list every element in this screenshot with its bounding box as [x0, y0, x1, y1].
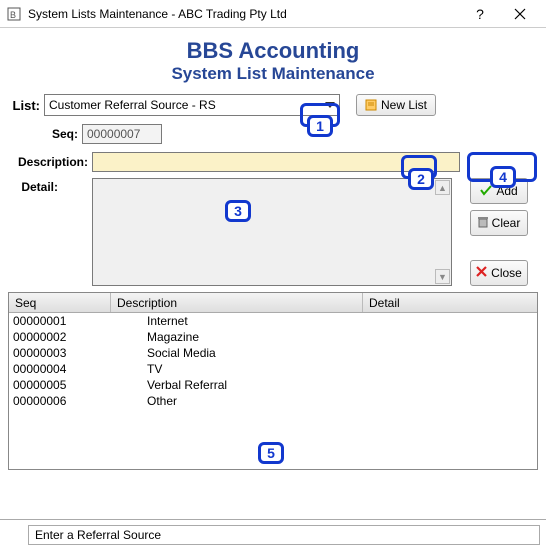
th-detail[interactable]: Detail — [363, 293, 537, 312]
list-select-value: Customer Referral Source - RS — [49, 98, 216, 112]
table-row[interactable]: 00000005Verbal Referral — [9, 377, 537, 393]
help-button[interactable]: ? — [460, 2, 500, 26]
table-row[interactable]: 00000004TV — [9, 361, 537, 377]
clear-button[interactable]: Clear — [470, 210, 528, 236]
table-row[interactable]: 00000003Social Media — [9, 345, 537, 361]
description-input[interactable] — [92, 152, 460, 172]
page-heading: System List Maintenance — [8, 64, 538, 84]
cell-seq: 00000003 — [11, 346, 111, 360]
close-window-button[interactable] — [500, 2, 540, 26]
add-label: Add — [496, 184, 517, 198]
svg-text:B: B — [10, 10, 16, 20]
list-select[interactable]: Customer Referral Source - RS — [44, 94, 340, 116]
cell-seq: 00000001 — [11, 314, 111, 328]
close-label: Close — [491, 266, 522, 280]
table-row[interactable]: 00000002Magazine — [9, 329, 537, 345]
table-row[interactable]: 00000006Other — [9, 393, 537, 409]
seq-input[interactable] — [82, 124, 162, 144]
cell-seq: 00000005 — [11, 378, 111, 392]
cell-description: Social Media — [111, 346, 363, 360]
new-list-label: New List — [381, 98, 427, 112]
list-label: List: — [8, 98, 44, 113]
cell-seq: 00000004 — [11, 362, 111, 376]
description-label: Description: — [8, 155, 92, 169]
close-button[interactable]: Close — [470, 260, 528, 286]
detail-label: Detail: — [8, 178, 62, 194]
add-button[interactable]: Add — [470, 178, 528, 204]
th-description[interactable]: Description — [111, 293, 363, 312]
scroll-up-icon[interactable]: ▲ — [435, 180, 450, 195]
th-seq[interactable]: Seq — [9, 293, 111, 312]
scroll-down-icon[interactable]: ▼ — [435, 269, 450, 284]
trash-icon — [478, 216, 488, 231]
cell-description: Magazine — [111, 330, 363, 344]
detail-textarea[interactable]: ▲ ▼ — [92, 178, 452, 286]
data-table: Seq Description Detail 00000001Internet0… — [8, 292, 538, 470]
cell-description: Verbal Referral — [111, 378, 363, 392]
cell-seq: 00000006 — [11, 394, 111, 408]
new-list-button[interactable]: New List — [356, 94, 436, 116]
table-row[interactable]: 00000001Internet — [9, 313, 537, 329]
titlebar: B System Lists Maintenance - ABC Trading… — [0, 0, 546, 28]
cell-description: TV — [111, 362, 363, 376]
seq-label: Seq: — [8, 127, 82, 141]
clear-label: Clear — [492, 216, 521, 230]
app-heading: BBS Accounting — [8, 38, 538, 64]
table-header: Seq Description Detail — [9, 293, 537, 313]
close-icon — [476, 266, 487, 280]
app-icon: B — [6, 6, 22, 22]
statusbar-area: Enter a Referral Source — [0, 519, 546, 549]
cell-description: Internet — [111, 314, 363, 328]
cell-description: Other — [111, 394, 363, 408]
check-icon — [480, 184, 492, 199]
new-list-icon — [365, 99, 377, 111]
window-title: System Lists Maintenance - ABC Trading P… — [28, 7, 460, 21]
chevron-down-icon[interactable] — [321, 95, 339, 115]
cell-seq: 00000002 — [11, 330, 111, 344]
statusbar: Enter a Referral Source — [28, 525, 540, 545]
